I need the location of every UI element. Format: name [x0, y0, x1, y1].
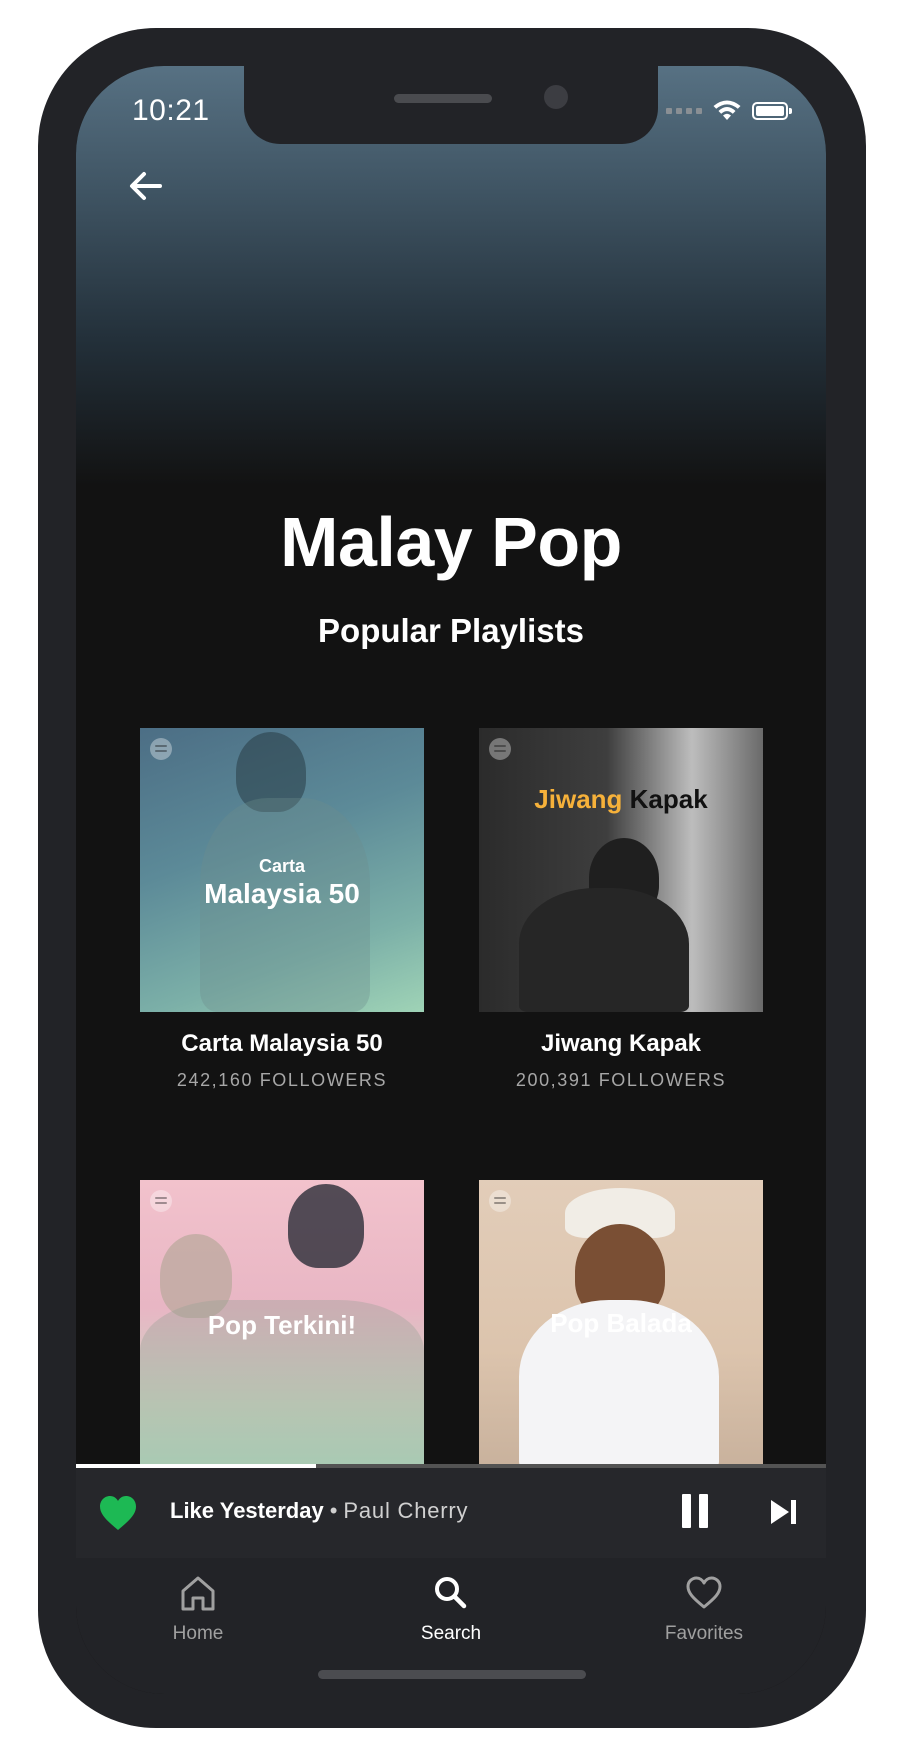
tab-label: Search [420, 1623, 482, 1644]
cover-title-word1: Jiwang [534, 784, 623, 814]
track-title: Like Yesterday [170, 1498, 324, 1523]
spotify-logo-icon [489, 1190, 511, 1212]
spotify-logo-icon [150, 738, 172, 760]
playlist-card-pop-balada[interactable]: Pop Balada [479, 1180, 763, 1464]
tab-label: Favorites [664, 1623, 744, 1644]
heart-filled-icon [100, 1496, 136, 1530]
signal-icon [666, 108, 702, 114]
battery-icon [752, 102, 792, 120]
spotify-logo-icon [489, 738, 511, 760]
app-screen: 10:21 Malay Pop Popular Playlists Carta … [76, 66, 826, 1694]
status-icons [666, 100, 792, 122]
playlist-card-carta-malaysia-50[interactable]: Carta Malaysia 50 Carta Malaysia 50 242,… [140, 728, 424, 1091]
spotify-logo-icon [150, 1190, 172, 1212]
heart-outline-icon [686, 1576, 722, 1609]
bottom-tab-bar: Home Search Favorites [76, 1558, 826, 1694]
playlist-cover[interactable]: Pop Balada [479, 1180, 763, 1464]
tab-home[interactable]: Home [118, 1574, 278, 1645]
home-icon [181, 1576, 215, 1611]
search-icon [435, 1577, 467, 1609]
playlist-followers: 200,391 FOLLOWERS [515, 1070, 727, 1090]
tab-label: Home [172, 1623, 224, 1644]
now-playing-bar[interactable]: Like Yesterday • Paul Cherry [76, 1468, 826, 1558]
speaker-grill [394, 94, 492, 103]
front-camera [544, 85, 568, 109]
playlist-cover[interactable]: Jiwang Kapak [479, 728, 763, 1012]
cover-artwork [519, 888, 689, 1012]
now-playing-info[interactable]: Like Yesterday • Paul Cherry [170, 1498, 468, 1524]
next-track-button[interactable] [769, 1498, 799, 1526]
cover-text-line2: Malaysia 50 [204, 878, 360, 909]
track-artist: Paul Cherry [343, 1498, 469, 1523]
device-notch [244, 66, 658, 144]
cover-title-word2: Kapak [629, 784, 708, 814]
playlist-card-pop-terkini[interactable]: Pop Terkini! [140, 1180, 424, 1464]
pause-icon [699, 1494, 708, 1528]
cover-text-line1: Carta [258, 856, 306, 876]
section-title: Popular Playlists [318, 612, 584, 649]
playlist-card-jiwang-kapak[interactable]: Jiwang Kapak Jiwang Kapak 200,391 FOLLOW… [479, 728, 763, 1091]
track-separator: • [329, 1498, 338, 1523]
tab-search[interactable]: Search [371, 1574, 531, 1645]
home-indicator[interactable] [318, 1670, 586, 1679]
tab-favorites[interactable]: Favorites [624, 1574, 784, 1645]
cover-title: Pop Balada [550, 1308, 692, 1338]
playlist-title[interactable]: Carta Malaysia 50 [140, 1030, 424, 1058]
back-button[interactable] [126, 166, 166, 206]
cover-title: Pop Terkini! [207, 1310, 357, 1340]
playlist-cover[interactable]: Pop Terkini! [140, 1180, 424, 1464]
cover-title: Jiwang Kapak [479, 784, 763, 815]
skip-next-icon [771, 1500, 796, 1524]
page-title: Malay Pop [280, 503, 622, 581]
playlist-cover[interactable]: Carta Malaysia 50 [140, 728, 424, 1012]
cover-artwork [288, 1184, 364, 1268]
playlist-title[interactable]: Jiwang Kapak [479, 1030, 763, 1058]
arrow-left-icon [130, 172, 162, 200]
pause-button[interactable] [680, 1494, 710, 1528]
wifi-icon [713, 100, 741, 120]
status-time: 10:21 [132, 94, 210, 127]
like-button[interactable] [98, 1494, 138, 1534]
playlist-followers: 242,160 FOLLOWERS [176, 1070, 388, 1090]
pause-icon [682, 1494, 691, 1528]
